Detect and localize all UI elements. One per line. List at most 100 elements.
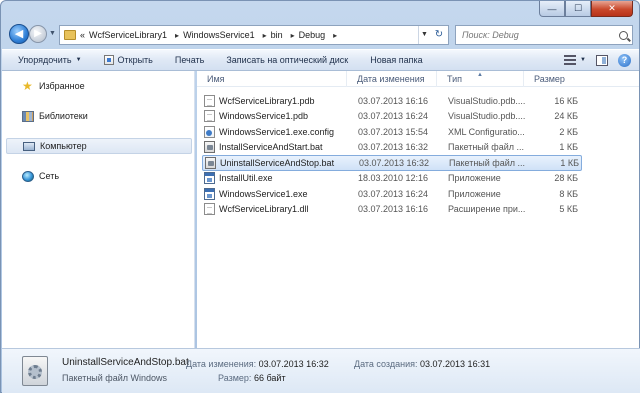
column-header-type[interactable]: ▲ Тип: [437, 71, 524, 87]
application-icon: [204, 187, 215, 200]
details-created-label: Дата создания:: [354, 359, 418, 369]
new-folder-button[interactable]: Новая папка: [370, 55, 422, 65]
refresh-button[interactable]: ↻: [430, 26, 448, 44]
breadcrumb-item[interactable]: Debug: [299, 30, 326, 40]
nav-item-favorites[interactable]: ★ Избранное: [6, 78, 192, 94]
recent-pages-dropdown[interactable]: ▼: [49, 30, 56, 37]
search-icon[interactable]: [619, 30, 628, 40]
minimize-button[interactable]: —: [539, 1, 565, 17]
breadcrumb-separator-icon[interactable]: ▸: [263, 31, 267, 40]
file-size: 1 КБ: [560, 157, 579, 168]
batch-file-icon: [204, 141, 215, 154]
change-view-button[interactable]: ▼: [564, 55, 586, 65]
file-name: WcfServiceLibrary1.pdb: [219, 95, 315, 106]
file-size: 2 КБ: [559, 126, 578, 137]
preview-pane-icon[interactable]: [596, 54, 608, 66]
nav-item-libraries[interactable]: Библиотеки: [6, 108, 192, 124]
column-header-name[interactable]: Имя: [197, 71, 347, 87]
file-name: WcfServiceLibrary1.dll: [219, 204, 309, 215]
back-button[interactable]: ◀: [9, 24, 29, 44]
table-row[interactable]: InstallServiceAndStart.bat 03.07.2013 16…: [202, 140, 582, 156]
print-button[interactable]: Печать: [175, 55, 204, 65]
nav-item-label: Библиотеки: [39, 111, 88, 121]
breadcrumb-item[interactable]: WcfServiceLibrary1: [89, 30, 167, 40]
nav-item-network[interactable]: Сеть: [6, 168, 192, 184]
file-type: Пакетный файл ...: [449, 157, 525, 168]
file-type: Расширение при...: [448, 204, 526, 215]
address-history-dropdown[interactable]: ▼: [418, 26, 430, 44]
file-type: Приложение: [448, 188, 501, 199]
close-button[interactable]: ✕: [591, 1, 633, 17]
breadcrumb-overflow[interactable]: «: [80, 30, 85, 40]
batch-file-large-icon: [22, 356, 48, 386]
breadcrumb-separator-icon[interactable]: ▸: [333, 31, 337, 40]
details-modified-label: Дата изменения:: [186, 359, 257, 369]
pdb-file-icon: [204, 94, 215, 107]
file-date: 03.07.2013 16:24: [358, 111, 429, 122]
nav-item-label: Сеть: [39, 171, 60, 181]
table-row-selected[interactable]: UninstallServiceAndStop.bat 03.07.2013 1…: [202, 155, 582, 171]
print-label: Печать: [174, 55, 205, 65]
table-row[interactable]: InstallUtil.exe 18.03.2010 12:16 Приложе…: [202, 171, 582, 187]
breadcrumb-item[interactable]: WindowsService1: [183, 30, 255, 40]
network-icon: [22, 170, 34, 182]
dll-file-icon: [204, 203, 215, 216]
burn-disc-label: Записать на оптический диск: [226, 55, 349, 65]
details-filename: UninstallServiceAndStop.bat: [62, 357, 189, 368]
file-rows: WcfServiceLibrary1.pdb 03.07.2013 16:16 …: [202, 93, 582, 217]
chevron-down-icon: ▼: [580, 57, 586, 63]
search-input[interactable]: [462, 30, 612, 40]
gear-icon: [28, 365, 42, 379]
table-row[interactable]: WindowsService1.exe.config 03.07.2013 15…: [202, 124, 582, 140]
table-row[interactable]: WindowsService1.exe 03.07.2013 16:24 При…: [202, 186, 582, 202]
organize-label: Упорядочить: [18, 55, 72, 65]
new-folder-label: Новая папка: [370, 55, 423, 65]
forward-arrow-icon: ▶: [34, 28, 42, 39]
breadcrumb-separator-icon[interactable]: ▸: [291, 31, 295, 40]
breadcrumb-item[interactable]: bin: [271, 30, 283, 40]
details-modified: Дата изменения: 03.07.2013 16:32: [186, 359, 329, 369]
maximize-button[interactable]: ☐: [565, 1, 591, 17]
star-icon: ★: [22, 78, 33, 93]
file-type: VisualStudio.pdb....: [448, 111, 526, 122]
column-header-type-label: Тип: [447, 74, 463, 84]
back-arrow-icon: ◀: [14, 28, 24, 40]
file-date: 03.07.2013 16:16: [358, 204, 429, 215]
file-date: 18.03.2010 12:16: [358, 173, 429, 184]
file-name: WindowsService1.pdb: [219, 111, 309, 122]
open-button[interactable]: Открыть: [103, 55, 153, 65]
column-header-size[interactable]: Размер: [524, 71, 579, 87]
nav-item-label: Компьютер: [40, 141, 87, 151]
maximize-icon: ☐: [573, 3, 583, 13]
config-file-icon: [204, 125, 215, 138]
open-icon: [103, 55, 114, 65]
table-row[interactable]: WcfServiceLibrary1.dll 03.07.2013 16:16 …: [202, 202, 582, 218]
file-name: WindowsService1.exe: [219, 188, 308, 199]
command-bar: Упорядочить ▼ Открыть Печать Записать на…: [2, 49, 639, 71]
computer-icon: [23, 141, 35, 151]
breadcrumb-separator-icon[interactable]: ▸: [175, 31, 179, 40]
open-label: Открыть: [117, 55, 153, 65]
organize-button[interactable]: Упорядочить ▼: [18, 55, 82, 65]
details-size-value: 66 байт: [253, 373, 286, 383]
address-bar[interactable]: « WcfServiceLibrary1 ▸ WindowsService1 ▸…: [59, 25, 449, 45]
table-row[interactable]: WindowsService1.pdb 03.07.2013 16:24 Vis…: [202, 109, 582, 125]
table-row[interactable]: WcfServiceLibrary1.pdb 03.07.2013 16:16 …: [202, 93, 582, 109]
chevron-down-icon: ▼: [75, 57, 82, 63]
details-filetype: Пакетный файл Windows: [62, 373, 168, 383]
nav-item-computer[interactable]: Компьютер: [6, 138, 192, 154]
burn-disc-button[interactable]: Записать на оптический диск: [226, 55, 348, 65]
explorer-window: — ☐ ✕ ◀ ▶ ▼ « WcfServiceLibrary1 ▸ Windo…: [0, 0, 640, 393]
file-type: Пакетный файл ...: [448, 142, 524, 153]
file-size: 5 КБ: [559, 204, 578, 215]
details-created-value: 03.07.2013 16:31: [420, 359, 491, 369]
details-size-label: Размер:: [218, 373, 252, 383]
file-date: 03.07.2013 16:24: [358, 188, 429, 199]
file-size: 8 КБ: [559, 188, 578, 199]
forward-button[interactable]: ▶: [29, 25, 47, 43]
column-header-date[interactable]: Дата изменения: [347, 71, 437, 87]
file-date: 03.07.2013 16:32: [358, 142, 429, 153]
search-box[interactable]: [455, 25, 633, 45]
caption-buttons: — ☐ ✕: [539, 1, 633, 17]
help-icon[interactable]: ?: [618, 53, 631, 67]
